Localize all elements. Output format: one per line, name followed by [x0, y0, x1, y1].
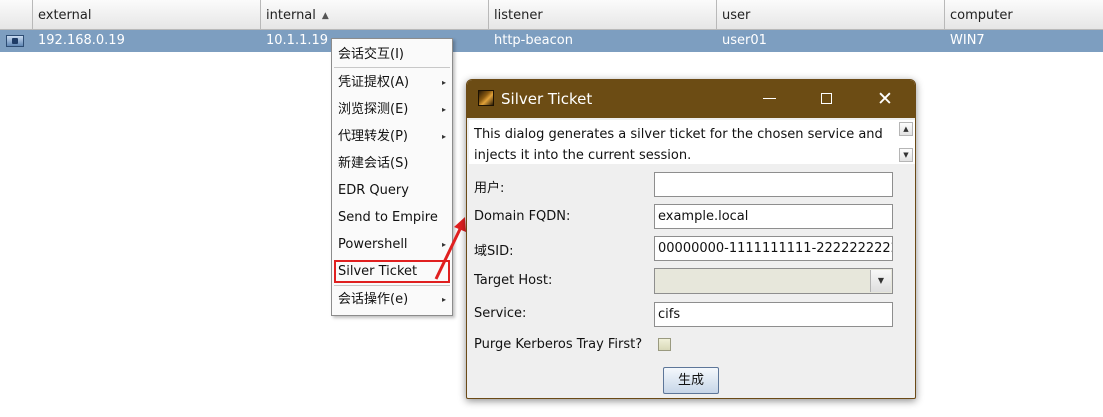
submenu-arrow-icon: ▸ — [441, 295, 446, 304]
column-header-icon[interactable] — [0, 0, 33, 29]
submenu-arrow-icon: ▸ — [441, 78, 446, 87]
cell-internal: 10.1.1.19 — [266, 33, 329, 48]
column-header-external[interactable]: external — [33, 0, 261, 29]
menu-item-label: Powershell — [338, 237, 408, 252]
column-header-listener[interactable]: listener — [489, 0, 717, 29]
purge-label: Purge Kerberos Tray First? — [474, 337, 643, 352]
menu-item-label: EDR Query — [338, 183, 409, 198]
dialog-title: Silver Ticket — [501, 90, 593, 108]
column-header-label: internal — [266, 8, 316, 23]
description-scrollbar[interactable]: ▲ ▼ — [899, 122, 913, 162]
user-field[interactable] — [654, 172, 893, 197]
column-header-computer[interactable]: computer — [945, 0, 1103, 29]
sid-label: 域SID: — [474, 244, 514, 259]
maximize-button[interactable] — [807, 80, 847, 118]
menu-item-label: 会话交互(I) — [338, 47, 404, 62]
menu-item-interact[interactable]: 会话交互(I) — [334, 43, 450, 66]
close-icon: ✕ — [877, 88, 893, 110]
submenu-arrow-icon: ▸ — [441, 105, 446, 114]
purge-checkbox[interactable] — [658, 338, 671, 351]
menu-item-label: 代理转发(P) — [338, 129, 408, 144]
close-button[interactable]: ✕ — [865, 80, 905, 118]
cell-listener: http-beacon — [494, 33, 573, 48]
menu-separator — [334, 67, 450, 68]
silver-ticket-dialog: Silver Ticket ✕ This dialog generates a … — [466, 79, 916, 399]
menu-item-label: 会话操作(e) — [338, 292, 409, 307]
column-header-label: listener — [494, 8, 543, 23]
cell-external: 192.168.0.19 — [38, 33, 125, 48]
minimize-icon — [763, 98, 776, 99]
cobalt-strike-icon — [478, 90, 494, 106]
column-header-internal[interactable]: internal ▲ — [261, 0, 489, 29]
target-host-label: Target Host: — [474, 273, 553, 288]
menu-item-label: Send to Empire — [338, 210, 438, 225]
menu-item-explore[interactable]: 浏览探测(E) ▸ — [334, 98, 450, 121]
description-text: This dialog generates a silver ticket fo… — [474, 127, 883, 163]
target-host-select[interactable]: ▼ — [654, 268, 893, 294]
service-field[interactable]: cifs — [654, 302, 893, 327]
menu-separator — [334, 285, 450, 286]
menu-item-label: Silver Ticket — [338, 264, 418, 279]
scroll-up-button[interactable]: ▲ — [899, 122, 913, 136]
user-label: 用户: — [474, 181, 505, 196]
column-header-label: external — [38, 8, 92, 23]
description-box: This dialog generates a silver ticket fo… — [469, 120, 915, 164]
menu-item-label: 浏览探测(E) — [338, 102, 409, 117]
column-header-user[interactable]: user — [717, 0, 945, 29]
service-label: Service: — [474, 306, 527, 321]
cell-computer: WIN7 — [950, 33, 985, 48]
menu-item-session[interactable]: 会话操作(e) ▸ — [334, 288, 450, 311]
scroll-down-button[interactable]: ▼ — [899, 148, 913, 162]
menu-item-edr-query[interactable]: EDR Query — [334, 179, 450, 202]
domain-field[interactable]: example.local — [654, 204, 893, 229]
sort-ascending-icon: ▲ — [321, 11, 329, 21]
menu-item-access[interactable]: 凭证提权(A) ▸ — [334, 71, 450, 94]
menu-item-label: 新建会话(S) — [338, 156, 409, 171]
sid-field[interactable]: 00000000-1111111111-2222222222 — [654, 236, 893, 261]
menu-item-label: 凭证提权(A) — [338, 75, 410, 90]
menu-item-pivoting[interactable]: 代理转发(P) ▸ — [334, 125, 450, 148]
cell-user: user01 — [722, 33, 767, 48]
generate-button[interactable]: 生成 — [663, 367, 719, 394]
maximize-icon — [821, 93, 832, 104]
menu-item-spawn[interactable]: 新建会话(S) — [334, 152, 450, 175]
submenu-arrow-icon: ▸ — [441, 132, 446, 141]
table-row[interactable]: 192.168.0.19 10.1.1.19 http-beacon user0… — [0, 30, 1103, 52]
beacon-host-icon — [6, 35, 24, 47]
chevron-down-icon[interactable]: ▼ — [870, 270, 891, 292]
column-header-label: user — [722, 8, 751, 23]
minimize-button[interactable] — [750, 80, 790, 118]
table-header: external internal ▲ listener user compute… — [0, 0, 1103, 30]
annotation-arrow-icon — [434, 217, 466, 280]
column-header-label: computer — [950, 8, 1013, 23]
domain-label: Domain FQDN: — [474, 209, 571, 224]
dialog-titlebar[interactable]: Silver Ticket ✕ — [467, 80, 915, 118]
